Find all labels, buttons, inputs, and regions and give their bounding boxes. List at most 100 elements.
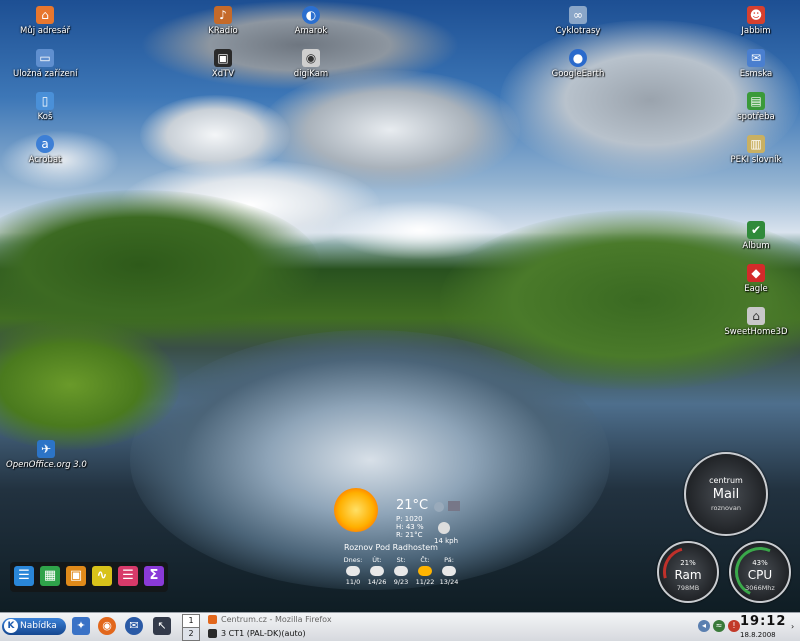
openoffice-icon: ✈ <box>37 440 55 458</box>
house-3d-icon: ⌂ <box>747 307 765 325</box>
desktop-icon-home[interactable]: ⌂ Můj adresář <box>13 6 77 36</box>
mail-widget-user: roznovan <box>711 504 741 512</box>
desktop-wallpaper: ⌂ Můj adresář ▭ Uložná zařízení ▯ Koš a … <box>0 0 800 612</box>
kde-logo-icon: K <box>4 619 18 633</box>
desktop-icon-label: GoogleEarth <box>551 69 605 79</box>
forecast-range: 9/23 <box>393 578 409 586</box>
firefox-icon[interactable]: ◉ <box>98 617 116 635</box>
desktop-icon-eagle[interactable]: ◆ Eagle <box>724 264 788 294</box>
task-xdtv[interactable]: 3 CT1 (PAL-DK)(auto) <box>204 627 306 640</box>
spreadsheet-icon: ▤ <box>747 92 765 110</box>
forecast-day-name: Čt: <box>420 556 430 564</box>
desktop-icon-label: Album <box>742 241 770 251</box>
forecast-range: 11/0 <box>345 578 361 586</box>
desktop-icon-trash[interactable]: ▯ Koš <box>13 92 77 122</box>
forecast-range: 13/24 <box>439 578 459 586</box>
forecast-day: St: 9/23 <box>390 556 412 586</box>
amarok-icon: ◐ <box>302 6 320 24</box>
cloudy-icon <box>394 566 408 576</box>
forecast-day: Pá: 13/24 <box>438 556 460 586</box>
desktop-icon-album[interactable]: ✔ Album <box>724 221 788 251</box>
clock[interactable]: 19:12 <box>740 614 786 629</box>
curve-icon[interactable]: ∿ <box>92 566 112 586</box>
desktop-icon-label: Můj adresář <box>19 26 71 36</box>
start-menu-label: Nabídka <box>20 621 57 631</box>
ram-gauge[interactable]: 21% Ram 798MB <box>653 537 723 607</box>
window-icon[interactable]: ▣ <box>66 566 86 586</box>
globe-icon: ● <box>569 49 587 67</box>
dictionary-icon: ▥ <box>747 135 765 153</box>
wind-direction-icon <box>438 522 450 534</box>
list-icon[interactable]: ☰ <box>14 566 34 586</box>
desktop-icon-digikam[interactable]: ◉ digiKam <box>279 49 343 79</box>
desktop-icon-label: XdTV <box>211 69 235 79</box>
sms-icon: ✉ <box>747 49 765 67</box>
desktop-icon-cyklotrasy[interactable]: ∞ Cyklotrasy <box>546 6 610 36</box>
panel-arrow-icon[interactable]: › <box>791 622 794 631</box>
desktop-icon-label: Koš <box>37 112 53 122</box>
sigma-icon[interactable]: Σ <box>144 566 164 586</box>
cpu-percent: 43% <box>752 559 768 567</box>
desktop-icon-label: Cyklotrasy <box>555 26 601 36</box>
ram-label: Ram <box>674 568 702 582</box>
forecast-day-name: Dnes: <box>343 556 363 564</box>
desktop-icon-label: PEKI slovník <box>730 155 782 165</box>
date: 18.8.2008 <box>740 631 776 639</box>
desktop-icon-xdtv[interactable]: ▣ XdTV <box>191 49 255 79</box>
radio-icon: ♪ <box>214 6 232 24</box>
cpu-gauge[interactable]: 43% CPU 3066Mhz <box>727 539 793 605</box>
desktop-icon-peki-slovnik[interactable]: ▥ PEKI slovník <box>724 135 788 165</box>
task-title: 3 CT1 (PAL-DK)(auto) <box>221 629 306 638</box>
start-menu-button[interactable]: K Nabídka <box>2 618 66 635</box>
desktop-icon-openoffice[interactable]: ✈ OpenOffice.org 3.0 <box>6 440 87 470</box>
updates-icon[interactable]: ! <box>728 620 740 632</box>
cpu-label: CPU <box>747 568 773 582</box>
forecast-day: Dnes: 11/0 <box>342 556 364 586</box>
task-firefox[interactable]: Centrum.cz - Mozilla Firefox <box>204 613 334 626</box>
desktop-icon-label: digiKam <box>293 69 329 79</box>
desktop-icon-googleearth[interactable]: ● GoogleEarth <box>546 49 610 79</box>
firefox-icon <box>208 615 217 624</box>
desktop-icon-amarok[interactable]: ◐ Amarok <box>279 6 343 36</box>
desktop-icon-sweethome3d[interactable]: ⌂ SweetHome3D <box>724 307 788 337</box>
forecast-range: 11/22 <box>415 578 435 586</box>
mail-widget-label: Mail <box>712 487 740 502</box>
weather-map-icon <box>448 501 460 511</box>
desktop-icon-label: KRadio <box>208 26 238 36</box>
forecast-range: 14/26 <box>367 578 387 586</box>
thunderbird-icon[interactable]: ✉ <box>125 617 143 635</box>
forecast-day: Út: 14/26 <box>366 556 388 586</box>
camera-icon: ◉ <box>302 49 320 67</box>
weather-humidity: H: 43 % <box>396 523 424 531</box>
desktop-icon-label: SweetHome3D <box>724 327 788 337</box>
weather-widget[interactable]: 21°C P: 1020 H: 43 % R: 21°C 14 kph Rozn… <box>330 486 464 606</box>
desktop-icon-label: Jabbim <box>741 26 771 36</box>
jabber-icon: ☻ <box>747 6 765 24</box>
tv-icon: ▣ <box>214 49 232 67</box>
desktop-icon-label: Esmska <box>739 69 773 79</box>
pager-desktop-1[interactable]: 1 <box>182 614 200 628</box>
show-desktop-icon[interactable]: ↖ <box>153 617 171 635</box>
desktop-icon-jabbim[interactable]: ☻ Jabbim <box>724 6 788 36</box>
grid-icon[interactable]: ▦ <box>40 566 60 586</box>
desktop-icon-esmska[interactable]: ✉ Esmska <box>724 49 788 79</box>
cloudy-icon <box>442 566 456 576</box>
pager-desktop-2[interactable]: 2 <box>182 627 200 641</box>
desktop-icon-acrobat[interactable]: a Acrobat <box>13 135 77 165</box>
sunny-icon <box>418 566 432 576</box>
desktop-icon-spotreba[interactable]: ▤ spotřeba <box>724 92 788 122</box>
app-dock: ☰ ▦ ▣ ∿ ☰ Σ <box>10 562 168 592</box>
desktop-icon-kradio[interactable]: ♪ KRadio <box>191 6 255 36</box>
forecast-day-name: St: <box>396 556 406 564</box>
network-icon[interactable]: ≈ <box>713 620 725 632</box>
database-icon[interactable]: ☰ <box>118 566 138 586</box>
bicycle-icon: ∞ <box>569 6 587 24</box>
album-icon: ✔ <box>747 221 765 239</box>
weather-pressure: P: 1020 <box>396 515 423 523</box>
kde-icon[interactable]: ✦ <box>72 617 90 635</box>
weather-city: Roznov Pod Radhostem <box>344 543 438 552</box>
volume-icon[interactable]: ◂ <box>698 620 710 632</box>
centrum-mail-widget[interactable]: centrum Mail roznovan <box>684 452 768 536</box>
computer-icon: ▭ <box>36 49 54 67</box>
desktop-icon-storage[interactable]: ▭ Uložná zařízení <box>13 49 78 79</box>
